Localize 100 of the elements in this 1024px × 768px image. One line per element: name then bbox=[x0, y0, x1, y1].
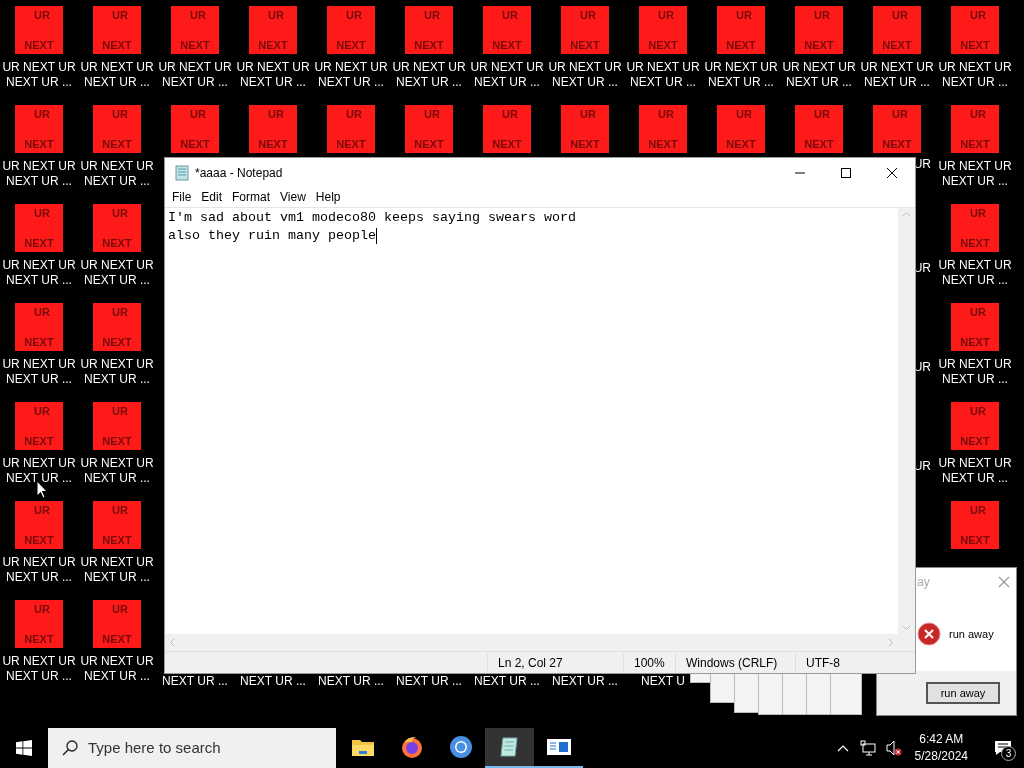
icon-label[interactable]: UR NEXT UR bbox=[470, 60, 544, 75]
icon-caption: UR bbox=[814, 108, 830, 120]
icon-caption: UR bbox=[268, 108, 284, 120]
clock-time[interactable]: 6:42 AM bbox=[919, 731, 964, 748]
icon-label[interactable]: NEXT UR ... bbox=[396, 75, 462, 90]
icon-label[interactable]: UR NEXT UR bbox=[80, 357, 154, 372]
icon-label[interactable]: UR NEXT UR bbox=[80, 60, 154, 75]
icon-label[interactable]: UR NEXT UR bbox=[2, 60, 76, 75]
icon-label[interactable]: NEXT UR ... bbox=[84, 570, 150, 585]
icon-label[interactable]: NEXT UR ... bbox=[84, 174, 150, 189]
icon-label[interactable]: NEXT UR ... bbox=[84, 75, 150, 90]
icon-caption: NEXT bbox=[804, 39, 834, 51]
clock-date[interactable]: 5/28/2024 bbox=[914, 748, 968, 765]
icon-label[interactable]: NEXT UR ... bbox=[630, 75, 696, 90]
icon-label[interactable]: NEXT UR ... bbox=[942, 471, 1008, 486]
icon-label[interactable]: NEXT UR ... bbox=[240, 674, 306, 689]
icon-label[interactable]: NEXT UR ... bbox=[708, 75, 774, 90]
icon-label[interactable]: NEXT U bbox=[641, 674, 685, 689]
icon-label[interactable]: NEXT UR ... bbox=[552, 674, 618, 689]
icon-label[interactable]: UR NEXT UR bbox=[782, 60, 856, 75]
icon-caption: UR bbox=[34, 306, 50, 318]
icon-label[interactable]: UR NEXT UR bbox=[938, 60, 1012, 75]
icon-label[interactable]: NEXT UR ... bbox=[6, 75, 72, 90]
icon-caption: UR bbox=[268, 9, 284, 21]
icon-caption: NEXT bbox=[960, 534, 990, 546]
menu-item[interactable]: Format bbox=[227, 188, 276, 206]
icon-label[interactable]: UR NEXT UR bbox=[626, 60, 700, 75]
icon-label[interactable]: NEXT UR ... bbox=[162, 674, 228, 689]
icon-label[interactable]: UR NEXT UR bbox=[2, 654, 76, 669]
icon-label[interactable]: NEXT UR ... bbox=[318, 674, 384, 689]
icon-label[interactable]: NEXT UR ... bbox=[474, 75, 540, 90]
icon-label[interactable]: NEXT UR ... bbox=[84, 372, 150, 387]
icon-caption: NEXT bbox=[882, 39, 912, 51]
icon-label[interactable]: UR NEXT UR bbox=[80, 555, 154, 570]
icon-caption: NEXT bbox=[180, 39, 210, 51]
icon-label[interactable]: UR NEXT UR bbox=[938, 456, 1012, 471]
taskbar-app[interactable] bbox=[485, 728, 534, 768]
icon-label[interactable]: UR NEXT UR bbox=[938, 159, 1012, 174]
icon-label[interactable]: NEXT UR ... bbox=[240, 75, 306, 90]
icon-label[interactable]: NEXT UR ... bbox=[942, 75, 1008, 90]
icon-caption: UR bbox=[34, 108, 50, 120]
icon-caption: NEXT bbox=[570, 138, 600, 150]
menu-item[interactable]: Edit bbox=[196, 188, 228, 206]
icon-label[interactable]: NEXT UR ... bbox=[942, 174, 1008, 189]
icon-label[interactable]: NEXT UR ... bbox=[864, 75, 930, 90]
icon-label[interactable]: NEXT UR ... bbox=[84, 273, 150, 288]
icon-label[interactable]: UR NEXT UR bbox=[938, 258, 1012, 273]
search-icon bbox=[62, 740, 78, 756]
icon-label[interactable]: UR NEXT UR bbox=[860, 60, 934, 75]
maximize-icon[interactable] bbox=[841, 167, 851, 178]
chevron-up-icon[interactable] bbox=[836, 744, 849, 752]
icon-label[interactable]: NEXT UR ... bbox=[318, 75, 384, 90]
icon-label[interactable]: UR NEXT UR bbox=[704, 60, 778, 75]
icon-label[interactable]: UR NEXT UR bbox=[80, 258, 154, 273]
icon-caption: UR bbox=[112, 504, 128, 516]
icon-label[interactable]: NEXT UR ... bbox=[6, 471, 72, 486]
icon-label[interactable]: NEXT UR ... bbox=[786, 75, 852, 90]
icon-label[interactable]: UR NEXT UR bbox=[2, 258, 76, 273]
icon-label[interactable]: UR NEXT UR bbox=[2, 357, 76, 372]
icon-label[interactable]: NEXT UR ... bbox=[162, 75, 228, 90]
icon-label[interactable]: UR NEXT UR bbox=[938, 357, 1012, 372]
icon-label[interactable]: UR NEXT UR bbox=[80, 456, 154, 471]
icon-label[interactable]: NEXT UR ... bbox=[6, 372, 72, 387]
notification-button[interactable]: 3 bbox=[988, 728, 1018, 768]
icon-label[interactable]: UR NEXT UR bbox=[80, 159, 154, 174]
status-text: 100% bbox=[623, 653, 675, 672]
icon-label[interactable]: NEXT UR ... bbox=[6, 570, 72, 585]
icon-label[interactable]: NEXT UR ... bbox=[474, 674, 540, 689]
icon-label[interactable]: UR NEXT UR bbox=[2, 456, 76, 471]
icon-label[interactable]: NEXT UR ... bbox=[84, 471, 150, 486]
icon-label[interactable]: UR NEXT UR bbox=[236, 60, 310, 75]
icon-label[interactable]: UR NEXT UR bbox=[314, 60, 388, 75]
icon-label[interactable]: NEXT UR ... bbox=[6, 174, 72, 189]
icon-label[interactable]: NEXT UR ... bbox=[942, 372, 1008, 387]
icon-label[interactable]: NEXT UR ... bbox=[552, 75, 618, 90]
icon-caption: UR bbox=[34, 504, 50, 516]
menu-item[interactable]: View bbox=[275, 188, 311, 206]
icon-caption: NEXT bbox=[648, 39, 678, 51]
menu-item[interactable]: File bbox=[167, 188, 197, 206]
windows-logo-icon[interactable] bbox=[16, 740, 32, 756]
icon-label[interactable]: NEXT UR ... bbox=[6, 669, 72, 684]
status-text: Ln 2, Col 27 bbox=[487, 653, 623, 672]
icon-label[interactable]: UR NEXT UR bbox=[2, 555, 76, 570]
icon-label[interactable]: NEXT UR ... bbox=[396, 674, 462, 689]
search-box[interactable]: Type here to search bbox=[48, 728, 336, 768]
icon-caption: UR bbox=[346, 9, 362, 21]
icon-label[interactable]: UR NEXT UR bbox=[158, 60, 232, 75]
icon-label[interactable]: NEXT UR ... bbox=[942, 273, 1008, 288]
dialog-button[interactable]: run away bbox=[926, 682, 1000, 704]
close-icon[interactable] bbox=[887, 167, 897, 178]
text-editor[interactable]: I'm sad about vm1 modeco80 keeps saying swears word also they ruin many people bbox=[165, 208, 898, 634]
icon-label[interactable]: UR NEXT UR bbox=[548, 60, 622, 75]
icon-label[interactable]: NEXT UR ... bbox=[84, 669, 150, 684]
muted-speaker-icon[interactable] bbox=[885, 740, 902, 756]
icon-label[interactable]: UR NEXT UR bbox=[2, 159, 76, 174]
icon-label[interactable]: UR NEXT UR bbox=[80, 654, 154, 669]
icon-label[interactable]: UR NEXT UR bbox=[392, 60, 466, 75]
network-icon[interactable] bbox=[859, 740, 876, 756]
icon-label[interactable]: NEXT UR ... bbox=[6, 273, 72, 288]
menu-item[interactable]: Help bbox=[310, 188, 346, 206]
